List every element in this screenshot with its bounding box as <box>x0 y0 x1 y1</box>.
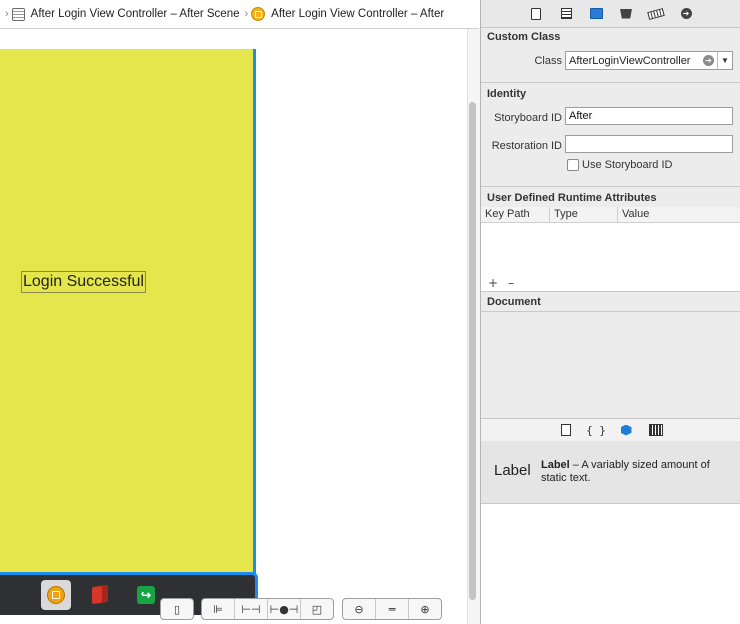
attributes-inspector-tab[interactable] <box>611 4 641 24</box>
size-inspector-tab[interactable] <box>641 4 671 24</box>
divider <box>481 186 740 187</box>
class-label: Class <box>534 55 562 67</box>
breadcrumb: › After Login View Controller – After Sc… <box>0 0 479 29</box>
restoration-id-field[interactable] <box>565 135 733 153</box>
runtime-attributes-footer: + – <box>481 275 740 291</box>
device-toggle-group: ▯ <box>160 598 194 620</box>
file-template-library-tab[interactable] <box>551 420 581 440</box>
media-library-icon <box>649 424 663 436</box>
file-inspector-icon <box>531 7 541 20</box>
scene-view[interactable]: Login Successful <box>0 49 256 578</box>
identity-inspector-icon <box>589 8 603 19</box>
remove-attribute-button[interactable]: – <box>508 276 514 290</box>
column-value[interactable]: Value <box>617 207 740 222</box>
breadcrumb-item-view-controller[interactable]: After Login View Controller – After <box>271 8 444 20</box>
navigate-arrow-icon[interactable]: ➔ <box>703 55 714 66</box>
use-storyboard-id-checkbox[interactable] <box>567 159 579 171</box>
quick-help-tab[interactable] <box>551 4 581 24</box>
scene-icon <box>11 7 25 21</box>
view-controller-icon <box>47 586 65 604</box>
layout-tools-group: ⊫ ⊢⊣ ⊢●⊣ ◰ <box>201 598 334 620</box>
file-inspector-tab[interactable] <box>521 4 551 24</box>
chevron-right-icon: › <box>5 8 9 20</box>
divider <box>481 311 740 312</box>
column-key-path[interactable]: Key Path <box>481 207 549 222</box>
dropdown-arrow-icon[interactable]: ▼ <box>717 52 732 69</box>
canvas-scroll-thumb[interactable] <box>469 102 476 600</box>
media-library-tab[interactable] <box>641 420 671 440</box>
library-tab-bar: { } <box>481 418 740 442</box>
object-library-tab[interactable] <box>611 420 641 440</box>
library-item-title: Label <box>541 459 570 471</box>
class-value: AfterLoginViewController <box>569 54 691 67</box>
class-combobox[interactable]: AfterLoginViewController ➔ ▼ <box>565 51 733 70</box>
attributes-inspector-icon <box>620 8 632 19</box>
identity-title: Identity <box>487 88 527 100</box>
zoom-in-icon[interactable]: ⊕ <box>408 599 441 619</box>
device-icon[interactable]: ▯ <box>161 599 193 619</box>
storyboard-id-field[interactable]: After <box>565 107 733 125</box>
zoom-group: ⊖ ═ ⊕ <box>342 598 442 620</box>
zoom-reset-icon[interactable]: ═ <box>375 599 408 619</box>
add-attribute-button[interactable]: + <box>488 276 498 290</box>
quick-help-icon <box>560 8 572 19</box>
runtime-attributes-title: User Defined Runtime Attributes <box>487 192 657 204</box>
library-item-label[interactable]: Label Label – A variably sized amount of… <box>481 441 740 504</box>
label-preview-icon: Label <box>494 462 531 479</box>
size-inspector-icon <box>647 7 665 20</box>
runtime-attributes-header: Key Path Type Value <box>481 207 740 223</box>
library-item-description: Label – A variably sized amount of stati… <box>541 459 731 485</box>
restoration-id-label: Restoration ID <box>491 140 562 152</box>
file-template-icon <box>561 424 571 436</box>
utilities-inspector: ➔ Custom Class Class AfterLoginViewContr… <box>480 0 740 624</box>
dock-view-controller-button[interactable] <box>41 580 71 610</box>
dock-exit-button[interactable]: ↪ <box>131 580 161 610</box>
column-type[interactable]: Type <box>549 207 617 222</box>
inspector-tab-bar: ➔ <box>481 0 740 28</box>
use-storyboard-id-label: Use Storyboard ID <box>582 159 673 171</box>
resize-icon[interactable]: ◰ <box>300 599 333 619</box>
divider <box>481 82 740 83</box>
chevron-right-icon: › <box>244 8 249 20</box>
connections-inspector-tab[interactable]: ➔ <box>671 4 701 24</box>
storyboard-id-label: Storyboard ID <box>494 112 562 124</box>
resolve-icon[interactable]: ⊢●⊣ <box>267 599 300 619</box>
breadcrumb-item-scene[interactable]: After Login View Controller – After Scen… <box>31 8 240 20</box>
first-responder-icon <box>92 584 108 605</box>
code-snippet-library-tab[interactable]: { } <box>581 420 611 440</box>
custom-class-title: Custom Class <box>487 31 561 43</box>
storyboard-canvas[interactable]: Login Successful ↪ <box>0 29 466 624</box>
login-successful-label[interactable]: Login Successful <box>21 271 146 293</box>
divider <box>481 291 740 292</box>
object-library-icon <box>620 424 632 436</box>
library-list[interactable] <box>481 504 740 624</box>
dock-first-responder-button[interactable] <box>85 580 115 610</box>
align-icon[interactable]: ⊫ <box>202 599 234 619</box>
connections-inspector-icon: ➔ <box>680 8 692 19</box>
zoom-out-icon[interactable]: ⊖ <box>343 599 375 619</box>
document-title: Document <box>487 296 541 308</box>
identity-inspector-tab[interactable] <box>581 4 611 24</box>
exit-icon: ↪ <box>137 586 155 604</box>
view-controller-icon <box>251 7 266 21</box>
pin-icon[interactable]: ⊢⊣ <box>234 599 267 619</box>
